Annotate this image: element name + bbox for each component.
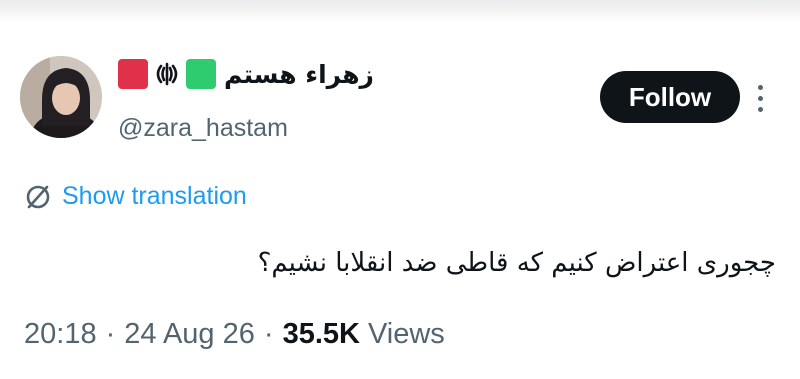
- red-square-icon: [118, 59, 148, 89]
- author-handle[interactable]: @zara_hastam: [118, 114, 288, 143]
- follow-button[interactable]: Follow: [600, 71, 740, 123]
- tweet-date[interactable]: 24 Aug 26: [124, 318, 255, 351]
- author-display-name: زهراء هستم: [224, 59, 374, 89]
- more-dot: [757, 106, 763, 112]
- tweet-time[interactable]: 20:18: [24, 318, 97, 351]
- tweet-meta: 20:18 · 24 Aug 26 · 35.5K Views: [24, 318, 445, 351]
- green-square-icon: [186, 59, 216, 89]
- show-translation-label: Show translation: [62, 182, 247, 210]
- more-dot: [757, 84, 763, 90]
- meta-separator: ·: [105, 318, 116, 350]
- translate-icon: [26, 185, 50, 208]
- more-dot: [757, 95, 763, 101]
- author-display-name-row[interactable]: زهراء هستم: [118, 56, 374, 92]
- show-translation-link[interactable]: Show translation: [24, 182, 247, 211]
- profile-photo: [20, 56, 102, 138]
- meta-separator: ·: [263, 318, 274, 350]
- more-vertical-icon[interactable]: [752, 78, 768, 118]
- avatar[interactable]: [20, 56, 102, 138]
- views-label: Views: [367, 318, 445, 350]
- views-count[interactable]: 35.5K: [283, 318, 360, 351]
- iran-emblem-icon: [156, 62, 178, 86]
- tweet-text: چجوری اعتراض کنیم که قاطی ضد انقلابا نشی…: [257, 248, 776, 278]
- top-strip: [0, 0, 800, 22]
